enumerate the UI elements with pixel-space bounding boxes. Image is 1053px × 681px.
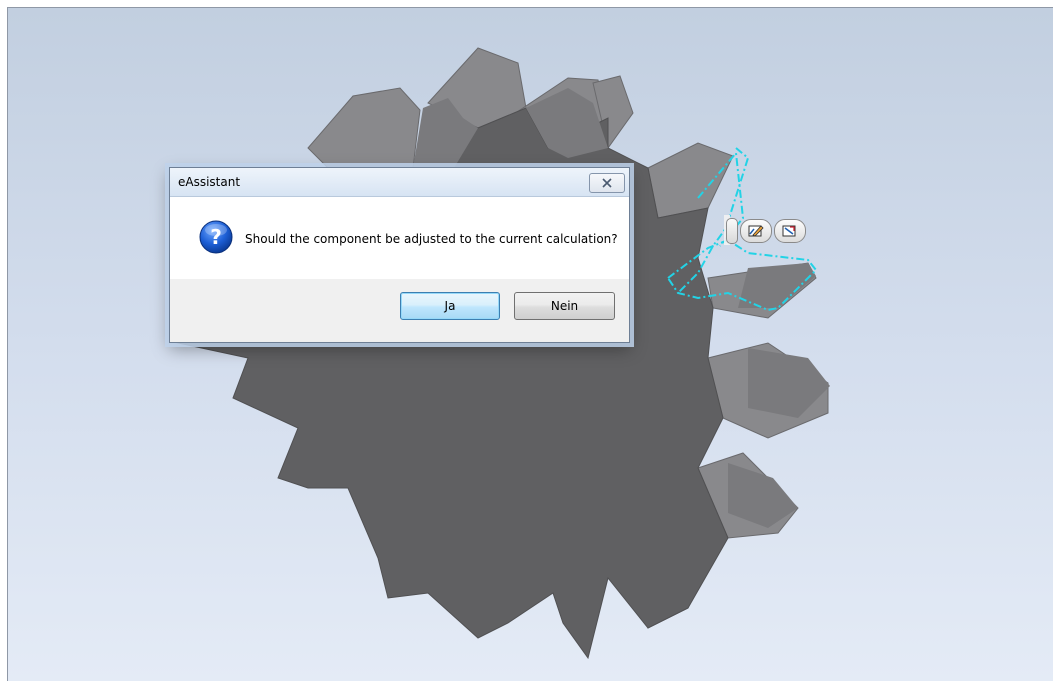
close-button[interactable] <box>589 173 625 193</box>
gear-model[interactable] <box>8 8 1053 681</box>
graphics-viewport[interactable] <box>7 7 1053 681</box>
no-button[interactable]: Nein <box>514 292 615 320</box>
mini-toolbar-handle[interactable] <box>726 218 738 244</box>
edit-feature-icon <box>782 225 796 237</box>
svg-text:?: ? <box>210 225 222 249</box>
yes-button[interactable]: Ja <box>400 292 500 320</box>
mini-toolbar <box>726 218 818 244</box>
dialog-title: eAssistant <box>178 175 241 189</box>
edit-feature-button[interactable] <box>774 219 806 243</box>
close-icon <box>602 178 612 188</box>
dialog-titlebar[interactable]: eAssistant <box>170 168 629 197</box>
edit-sketch-button[interactable] <box>740 219 772 243</box>
edit-sketch-icon <box>748 225 764 237</box>
dialog-message: Should the component be adjusted to the … <box>245 232 618 246</box>
question-icon: ? <box>199 220 233 254</box>
eassistant-dialog: eAssistant ? Should the component be adj… <box>169 167 630 343</box>
dialog-content: ? Should the component be adjusted to th… <box>170 197 629 279</box>
